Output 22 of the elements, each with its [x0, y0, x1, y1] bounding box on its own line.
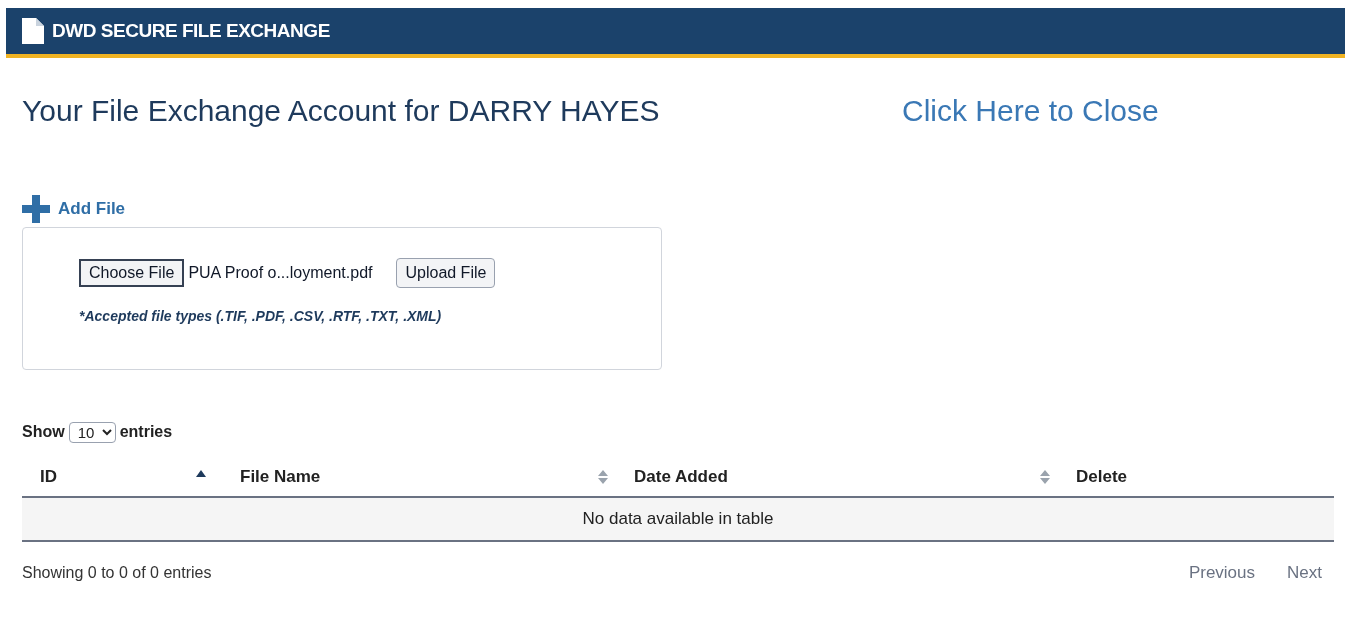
sort-icon[interactable]	[1040, 469, 1050, 485]
empty-table-message: No data available in table	[22, 498, 1334, 542]
add-file-link[interactable]: Add File	[58, 196, 126, 222]
column-header[interactable]: Delete	[1058, 458, 1334, 496]
file-name: PUA Proof o...loyment.pdf	[188, 263, 373, 283]
accepted-types-note: *Accepted file types (.TIF, .PDF, .CSV, .RTF, .TXT, .XML)	[79, 307, 443, 326]
entries-label: entries	[119, 422, 173, 442]
app-title: DWD SECURE FILE EXCHANGE	[52, 18, 330, 43]
column-header[interactable]: File Name	[222, 458, 616, 496]
show-label: Show	[22, 422, 65, 442]
page-title: Your File Exchange Account for DARRY HAYES	[22, 93, 661, 129]
document-icon	[22, 18, 44, 44]
table-info: Showing 0 to 0 of 0 entries	[22, 562, 212, 583]
column-header[interactable]: Date Added	[616, 458, 1058, 496]
choose-file-button[interactable]: Choose File	[79, 259, 185, 287]
close-link[interactable]: Click Here to Close	[902, 88, 1159, 133]
sort-icon[interactable]	[598, 469, 608, 485]
column-header[interactable]: ID	[22, 458, 222, 496]
sort-ascending-icon[interactable]	[196, 469, 206, 477]
entries-select[interactable]: 10	[68, 421, 116, 443]
upload-button[interactable]: Upload File	[396, 258, 496, 288]
plus-icon[interactable]	[22, 195, 50, 223]
